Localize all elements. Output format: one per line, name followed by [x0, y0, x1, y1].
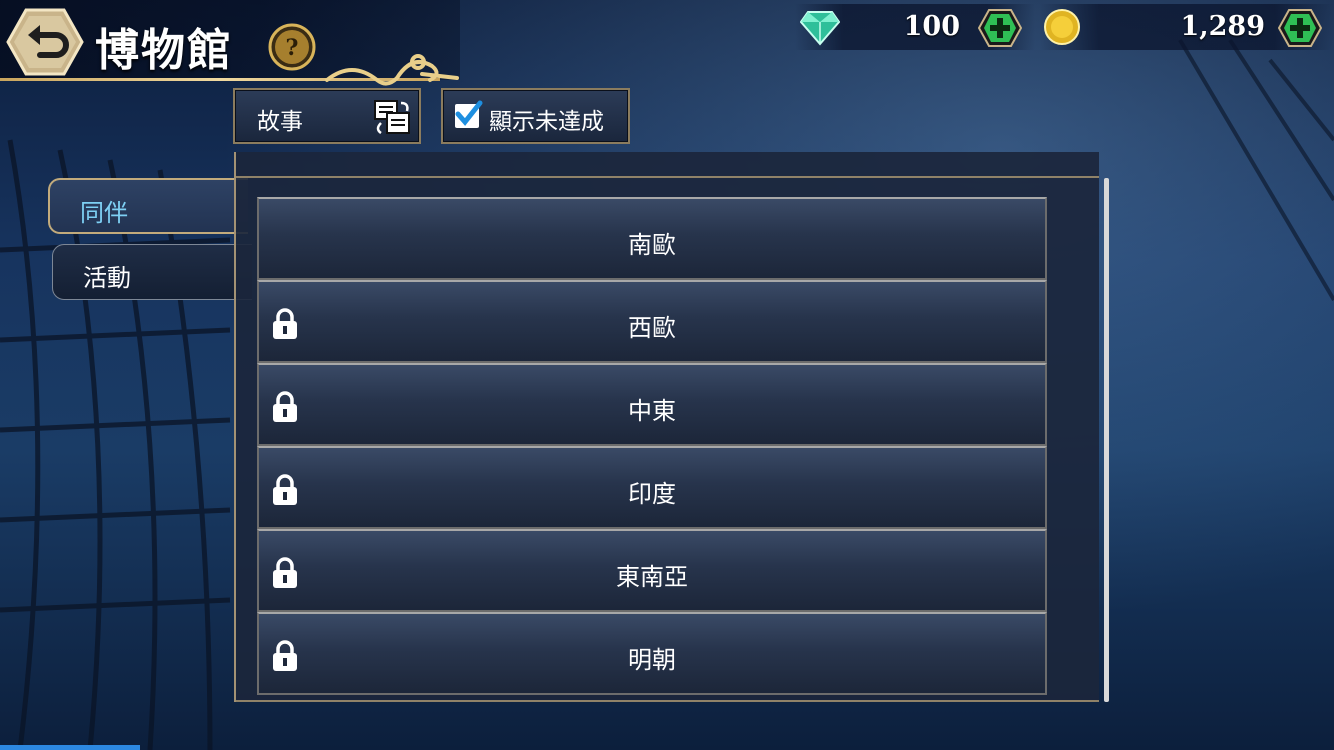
panel-bottom-border	[236, 700, 1099, 702]
tab-companion-label: 同伴	[80, 199, 128, 227]
coin-icon	[1044, 9, 1080, 45]
coin-count: 1,289	[1180, 11, 1265, 42]
add-coins-button[interactable]	[1278, 8, 1322, 48]
show-unfinished-toggle[interactable]: 顯示未達成	[441, 88, 630, 144]
gem-count: 100	[903, 11, 960, 42]
region-row-middle-east[interactable]: 中東	[257, 363, 1047, 446]
region-row-south-europe[interactable]: 南歐	[257, 197, 1047, 280]
svg-text:?: ?	[286, 35, 299, 61]
add-gems-button[interactable]	[978, 8, 1022, 48]
page-title: 博物館	[95, 25, 233, 76]
tab-event[interactable]: 活動	[52, 244, 252, 300]
tab-companion[interactable]: 同伴	[48, 178, 248, 234]
region-row-west-europe[interactable]: 西歐	[257, 280, 1047, 363]
tab-event-label: 活動	[83, 264, 131, 292]
help-icon[interactable]: ?	[268, 23, 316, 71]
story-filter-button[interactable]: 故事	[233, 88, 421, 144]
show-unfinished-checkbox[interactable]	[455, 100, 483, 128]
region-name: 西歐	[628, 314, 676, 342]
region-name: 南歐	[628, 231, 676, 259]
region-name: 印度	[628, 480, 676, 508]
region-name: 東南亞	[616, 563, 688, 591]
list-scrollbar[interactable]	[1104, 178, 1109, 702]
story-filter-label: 故事	[257, 109, 303, 135]
swap-list-icon	[374, 100, 410, 135]
region-row-ming-dynasty[interactable]: 明朝	[257, 612, 1047, 695]
bottom-accent-bar	[0, 745, 140, 750]
region-name: 中東	[628, 397, 676, 425]
checkmark-icon	[455, 100, 483, 126]
region-list: 南歐 西歐 中東 印度 東南亞 明朝	[257, 197, 1047, 697]
gem-icon	[800, 11, 840, 46]
region-row-india[interactable]: 印度	[257, 446, 1047, 529]
show-unfinished-label: 顯示未達成	[489, 109, 604, 135]
region-row-southeast-asia[interactable]: 東南亞	[257, 529, 1047, 612]
panel-top-border	[236, 176, 1099, 178]
back-button[interactable]	[6, 7, 84, 77]
region-name: 明朝	[628, 646, 676, 674]
